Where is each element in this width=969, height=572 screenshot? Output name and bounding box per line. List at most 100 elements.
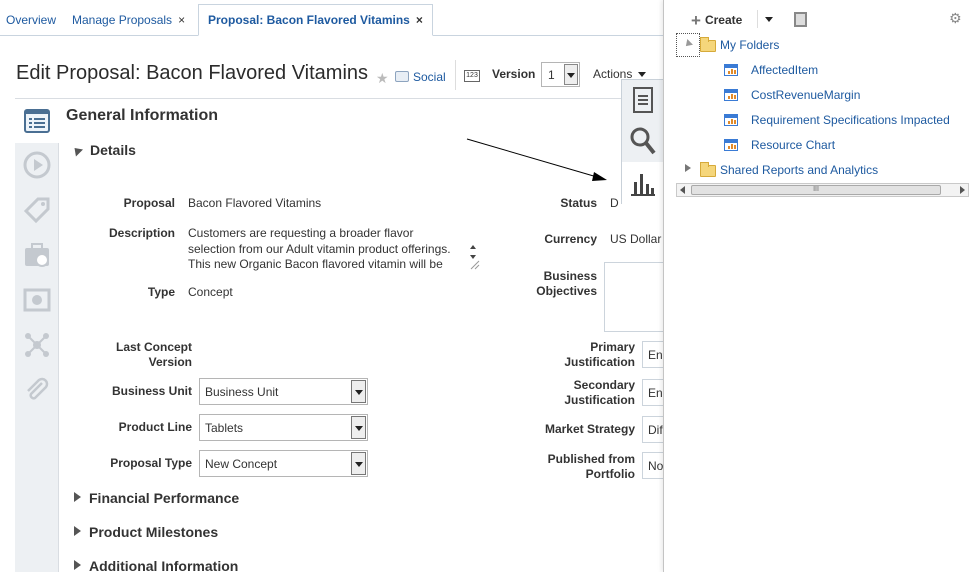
version-value: 1 — [548, 68, 555, 82]
search-icon[interactable] — [629, 126, 657, 156]
label-line: Business — [543, 269, 597, 283]
collapse-icon — [70, 144, 84, 157]
published-from-portfolio-select[interactable]: No — [642, 452, 663, 479]
additional-information-disclosure[interactable]: Additional Information — [74, 558, 238, 572]
product-line-select[interactable]: Tablets — [199, 414, 368, 441]
reports-panel: + Create ⚙ My Folders AffectedItem CostRe… — [663, 0, 969, 572]
list-icon[interactable] — [22, 106, 52, 136]
tab-label: Overview — [6, 13, 57, 27]
side-tab-strip — [621, 79, 663, 206]
primary-justification-select[interactable]: En — [642, 341, 663, 368]
market-strategy-label: Market Strategy — [544, 422, 635, 436]
page-title: Edit Proposal: Bacon Flavored Vitamins — [16, 62, 369, 84]
close-icon[interactable]: × — [416, 13, 423, 27]
secondary-justification-label: Secondary Justification — [500, 378, 635, 408]
favorite-star-icon[interactable]: ★ — [376, 70, 389, 87]
label-line: Primary — [590, 340, 635, 354]
tree-item-report[interactable]: Resource Chart — [751, 138, 835, 152]
section-label: Additional Information — [89, 558, 239, 572]
scroll-thumb[interactable]: III — [691, 185, 941, 195]
type-label: Type — [147, 285, 175, 299]
market-strategy-select[interactable]: Dif — [642, 416, 663, 443]
plus-icon: + — [691, 11, 701, 30]
chevron-down-icon — [765, 17, 773, 22]
status-value: D — [610, 196, 619, 210]
create-button[interactable]: + Create — [691, 11, 742, 31]
description-scroll[interactable] — [466, 240, 480, 270]
chevron-down-icon — [638, 72, 647, 77]
label-line: Last Concept — [115, 340, 192, 354]
tree-item-my-folders[interactable]: My Folders — [720, 38, 779, 52]
secondary-justification-select[interactable]: En — [642, 379, 663, 406]
financial-performance-disclosure[interactable]: Financial Performance — [74, 490, 239, 506]
close-icon[interactable]: × — [178, 13, 185, 27]
chevron-down-icon[interactable] — [351, 416, 366, 439]
section-title: General Information — [66, 107, 219, 124]
tree-item-report[interactable]: AffectedItem — [751, 63, 818, 77]
version-label: Version — [492, 67, 536, 81]
tab-overview[interactable]: Overview — [6, 6, 56, 36]
tab-proposal[interactable]: Proposal: Bacon Flavored Vitamins × — [198, 4, 433, 36]
scroll-right-icon[interactable] — [960, 186, 965, 194]
library-icon[interactable] — [794, 12, 807, 27]
expand-icon — [74, 526, 81, 536]
folder-icon — [700, 37, 716, 52]
description-textarea[interactable]: Customers are requesting a broader flavo… — [188, 226, 481, 272]
document-icon[interactable] — [631, 86, 655, 114]
briefcase-icon[interactable] — [22, 240, 52, 270]
divider — [455, 60, 456, 90]
chevron-down-icon[interactable] — [564, 64, 578, 85]
select-value: No — [648, 459, 664, 473]
social-label: Social — [413, 70, 446, 84]
select-value: New Concept — [205, 457, 278, 471]
social-link[interactable]: Social — [395, 70, 446, 84]
scroll-left-icon[interactable] — [680, 186, 685, 194]
expand-icon — [74, 560, 81, 570]
expand-icon[interactable] — [685, 164, 691, 172]
focus-indicator — [676, 33, 700, 57]
chevron-down-icon[interactable] — [351, 452, 366, 475]
tab-manage-proposals[interactable]: Manage Proposals × — [72, 6, 185, 36]
section-label: Product Milestones — [89, 524, 219, 540]
select-value: En — [648, 348, 663, 362]
details-disclosure[interactable]: Details — [70, 142, 136, 158]
gear-icon[interactable]: ⚙ — [949, 10, 962, 27]
last-concept-label: Last Concept Version — [80, 340, 192, 370]
description-line: selection from our Adult vitamin product… — [188, 241, 451, 256]
tab-label: Proposal: Bacon Flavored Vitamins — [208, 13, 410, 27]
network-icon[interactable] — [22, 330, 52, 360]
product-line-label: Product Line — [118, 420, 192, 434]
business-objectives-label: Business Objectives — [500, 269, 597, 299]
select-value: Dif — [648, 423, 663, 437]
report-icon — [724, 114, 738, 126]
tree-item-report[interactable]: CostRevenueMargin — [751, 88, 860, 102]
business-objectives-field[interactable] — [604, 262, 663, 332]
tree-item-report[interactable]: Requirement Specifications Impacted — [751, 113, 950, 127]
currency-value: US Dollar — [610, 232, 662, 246]
paperclip-icon[interactable] — [22, 375, 52, 405]
published-from-portfolio-label: Published from Portfolio — [500, 452, 635, 482]
version-select[interactable]: 1 — [541, 62, 580, 87]
tab-label: Manage Proposals — [72, 13, 173, 27]
chevron-down-icon[interactable] — [351, 380, 366, 403]
tag-icon[interactable] — [22, 195, 52, 225]
product-milestones-disclosure[interactable]: Product Milestones — [74, 524, 218, 540]
proposal-value: Bacon Flavored Vitamins — [188, 196, 322, 210]
select-value: Business Unit — [205, 385, 279, 399]
version-icon: 123 — [464, 70, 480, 82]
label-line: Version — [148, 355, 192, 369]
horizontal-scrollbar[interactable]: III — [676, 183, 969, 197]
proposal-type-label: Proposal Type — [110, 456, 192, 470]
tree-item-shared-reports[interactable]: Shared Reports and Analytics — [720, 163, 878, 177]
money-icon[interactable] — [22, 285, 52, 315]
description-label: Description — [108, 226, 175, 240]
status-label: Status — [560, 196, 597, 210]
select-value: Tablets — [205, 421, 244, 435]
play-icon[interactable] — [22, 150, 52, 180]
business-unit-select[interactable]: Business Unit — [199, 378, 368, 405]
label-line: Portfolio — [585, 467, 635, 481]
bar-chart-icon[interactable] — [629, 170, 657, 198]
proposal-type-select[interactable]: New Concept — [199, 450, 368, 477]
report-icon — [724, 89, 738, 101]
create-dropdown[interactable] — [757, 10, 779, 28]
